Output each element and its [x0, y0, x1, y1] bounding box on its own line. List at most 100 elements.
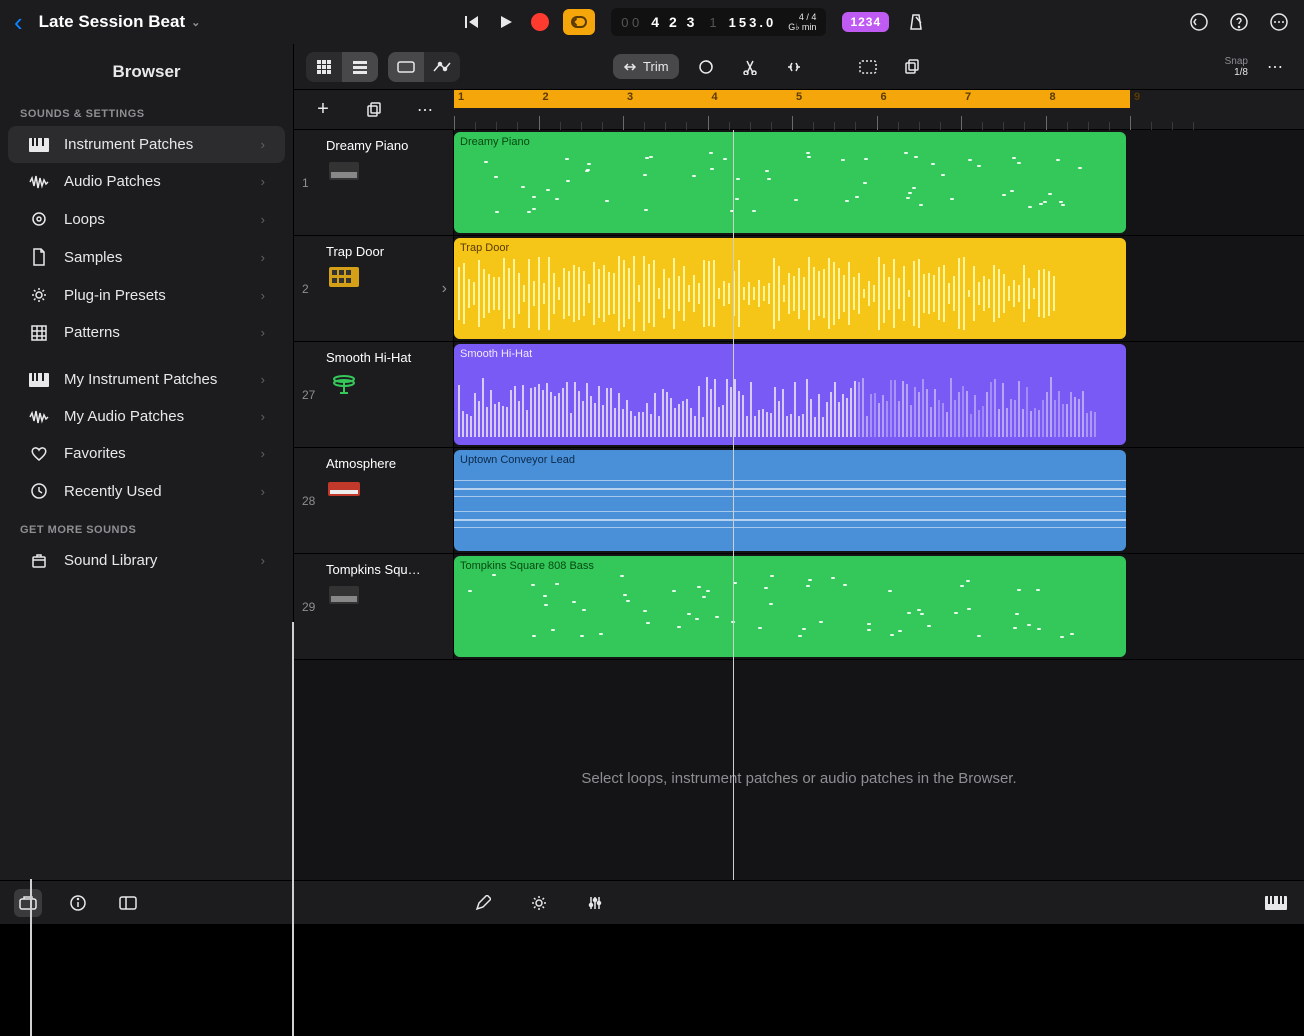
region[interactable]: Smooth Hi-Hat — [454, 344, 1126, 445]
ruler-bar-number: 3 — [627, 91, 633, 103]
chevron-right-icon: › — [261, 446, 265, 461]
track-header[interactable]: 1Dreamy Piano — [294, 130, 454, 235]
region[interactable]: Dreamy Piano — [454, 132, 1126, 233]
lcd-tempo: 153.0 — [729, 15, 777, 30]
topbar: ‹ Late Session Beat ⌄ 0 0 4 2 3 1 153.0 … — [0, 0, 1304, 44]
file-icon — [28, 248, 50, 266]
sidebar-item-recently-used[interactable]: Recently Used› — [8, 472, 285, 510]
ruler-bar-number: 4 — [712, 91, 718, 103]
library-button[interactable] — [14, 889, 42, 917]
add-track-button[interactable]: + — [306, 95, 340, 125]
grid-view-button[interactable] — [306, 52, 342, 82]
browser-section-sounds: SOUNDS & SETTINGS — [0, 94, 293, 126]
sidebar-item-my-instrument-patches[interactable]: My Instrument Patches› — [8, 361, 285, 398]
sidebar-item-label: Patterns — [64, 324, 120, 341]
sidebar-item-patterns[interactable]: Patterns› — [8, 314, 285, 351]
track-name: Tompkins Squ… — [326, 562, 421, 577]
sidebar-item-sound-library[interactable]: Sound Library › — [8, 542, 285, 579]
track-header[interactable]: 27Smooth Hi-Hat — [294, 342, 454, 447]
trim-tool-button[interactable]: Trim — [613, 54, 679, 79]
browser-title: Browser — [0, 44, 293, 94]
sidebar-item-instrument-patches[interactable]: Instrument Patches › — [8, 126, 285, 163]
record-icon — [531, 13, 549, 31]
track-name: Trap Door — [326, 244, 384, 259]
toolbar-more-button[interactable]: ⋯ — [1258, 52, 1292, 82]
track-header[interactable]: 2 Trap Door › — [294, 236, 454, 341]
more-button[interactable] — [1268, 11, 1290, 33]
loop-tool-button[interactable] — [689, 52, 723, 82]
track-instrument-icon — [326, 159, 362, 183]
sidebar-item-audio-patches[interactable]: Audio Patches› — [8, 163, 285, 200]
move-tool-button[interactable] — [777, 52, 811, 82]
region[interactable]: Trap Door — [454, 238, 1126, 339]
tracks-view-button[interactable] — [342, 52, 378, 82]
track-lane[interactable]: Tompkins Square 808 Bass — [454, 554, 1304, 659]
chevron-right-icon: › — [261, 250, 265, 265]
go-to-start-button[interactable] — [461, 11, 483, 33]
ruler-bar-number: 2 — [543, 91, 549, 103]
track-lane[interactable]: Trap Door — [454, 236, 1304, 341]
track-lane[interactable]: Uptown Conveyor Lead — [454, 448, 1304, 553]
split-tool-button[interactable] — [733, 52, 767, 82]
track-row: 1Dreamy PianoDreamy Piano — [294, 130, 1304, 236]
chevron-right-icon: › — [261, 484, 265, 499]
region-view-button[interactable] — [388, 52, 424, 82]
panel-button[interactable] — [114, 889, 142, 917]
sidebar-item-label: Sound Library — [64, 552, 157, 569]
info-button[interactable] — [64, 889, 92, 917]
project-title-label: Late Session Beat — [39, 12, 185, 32]
track-lane[interactable]: Smooth Hi-Hat — [454, 342, 1304, 447]
region[interactable]: Tompkins Square 808 Bass — [454, 556, 1126, 657]
playhead[interactable] — [733, 130, 734, 880]
view-mode-segment — [306, 52, 378, 82]
chevron-right-icon: › — [261, 409, 265, 424]
browser-sidebar: Browser SOUNDS & SETTINGS Instrument Pat… — [0, 44, 294, 880]
browser-section-more: GET MORE SOUNDS — [0, 510, 293, 542]
timeline-ruler[interactable]: 123456789 — [454, 90, 1304, 129]
cycle-button[interactable] — [563, 9, 595, 35]
record-button[interactable] — [529, 11, 551, 33]
link-label: 1234 — [850, 15, 881, 29]
link-button[interactable]: 1234 — [842, 12, 889, 32]
metronome-button[interactable] — [905, 11, 927, 33]
sidebar-item-samples[interactable]: Samples› — [8, 238, 285, 276]
track-instrument-icon — [326, 477, 362, 501]
copy-tool-button[interactable] — [895, 52, 929, 82]
track-row: 29Tompkins Squ…Tompkins Square 808 Bass — [294, 554, 1304, 660]
track-instrument-icon — [326, 583, 362, 607]
trackhead-more-button[interactable]: ⋯ — [408, 95, 442, 125]
sidebar-item-favorites[interactable]: Favorites› — [8, 435, 285, 472]
undo-button[interactable] — [1188, 11, 1210, 33]
sidebar-item-my-audio-patches[interactable]: My Audio Patches› — [8, 398, 285, 435]
chevron-right-icon[interactable]: › — [442, 280, 447, 298]
track-name: Dreamy Piano — [326, 138, 408, 153]
back-button[interactable]: ‹ — [14, 7, 23, 38]
lcd-display[interactable]: 0 0 4 2 3 1 153.0 4 / 4 G♭ min — [611, 8, 826, 36]
sidebar-item-label: Instrument Patches — [64, 136, 193, 153]
snap-value: 1/8 — [1225, 67, 1248, 78]
ruler-bar-number: 7 — [965, 91, 971, 103]
chevron-right-icon: › — [261, 372, 265, 387]
sidebar-item-plug-in-presets[interactable]: Plug-in Presets› — [8, 276, 285, 314]
chevron-right-icon: › — [261, 137, 265, 152]
track-header[interactable]: 29Tompkins Squ… — [294, 554, 454, 659]
help-button[interactable] — [1228, 11, 1250, 33]
chevron-right-icon: › — [261, 553, 265, 568]
snap-display[interactable]: Snap 1/8 — [1225, 56, 1248, 78]
project-title-dropdown[interactable]: Late Session Beat ⌄ — [39, 12, 201, 32]
duplicate-track-button[interactable] — [357, 95, 391, 125]
ruler-bar-number: 1 — [458, 91, 464, 103]
track-header[interactable]: 28Atmosphere — [294, 448, 454, 553]
track-lane[interactable]: Dreamy Piano — [454, 130, 1304, 235]
waveform-icon — [28, 175, 50, 189]
ruler-bar-number: 8 — [1050, 91, 1056, 103]
track-number: 2 — [302, 282, 309, 296]
play-button[interactable] — [495, 11, 517, 33]
region-label: Dreamy Piano — [460, 136, 1120, 148]
sidebar-item-loops[interactable]: Loops› — [8, 200, 285, 238]
lcd-sig-top: 4 / 4 — [788, 12, 816, 22]
region[interactable]: Uptown Conveyor Lead — [454, 450, 1126, 551]
marquee-tool-button[interactable] — [851, 52, 885, 82]
trackhead-controls: + ⋯ — [294, 90, 454, 129]
automation-view-button[interactable] — [424, 52, 460, 82]
